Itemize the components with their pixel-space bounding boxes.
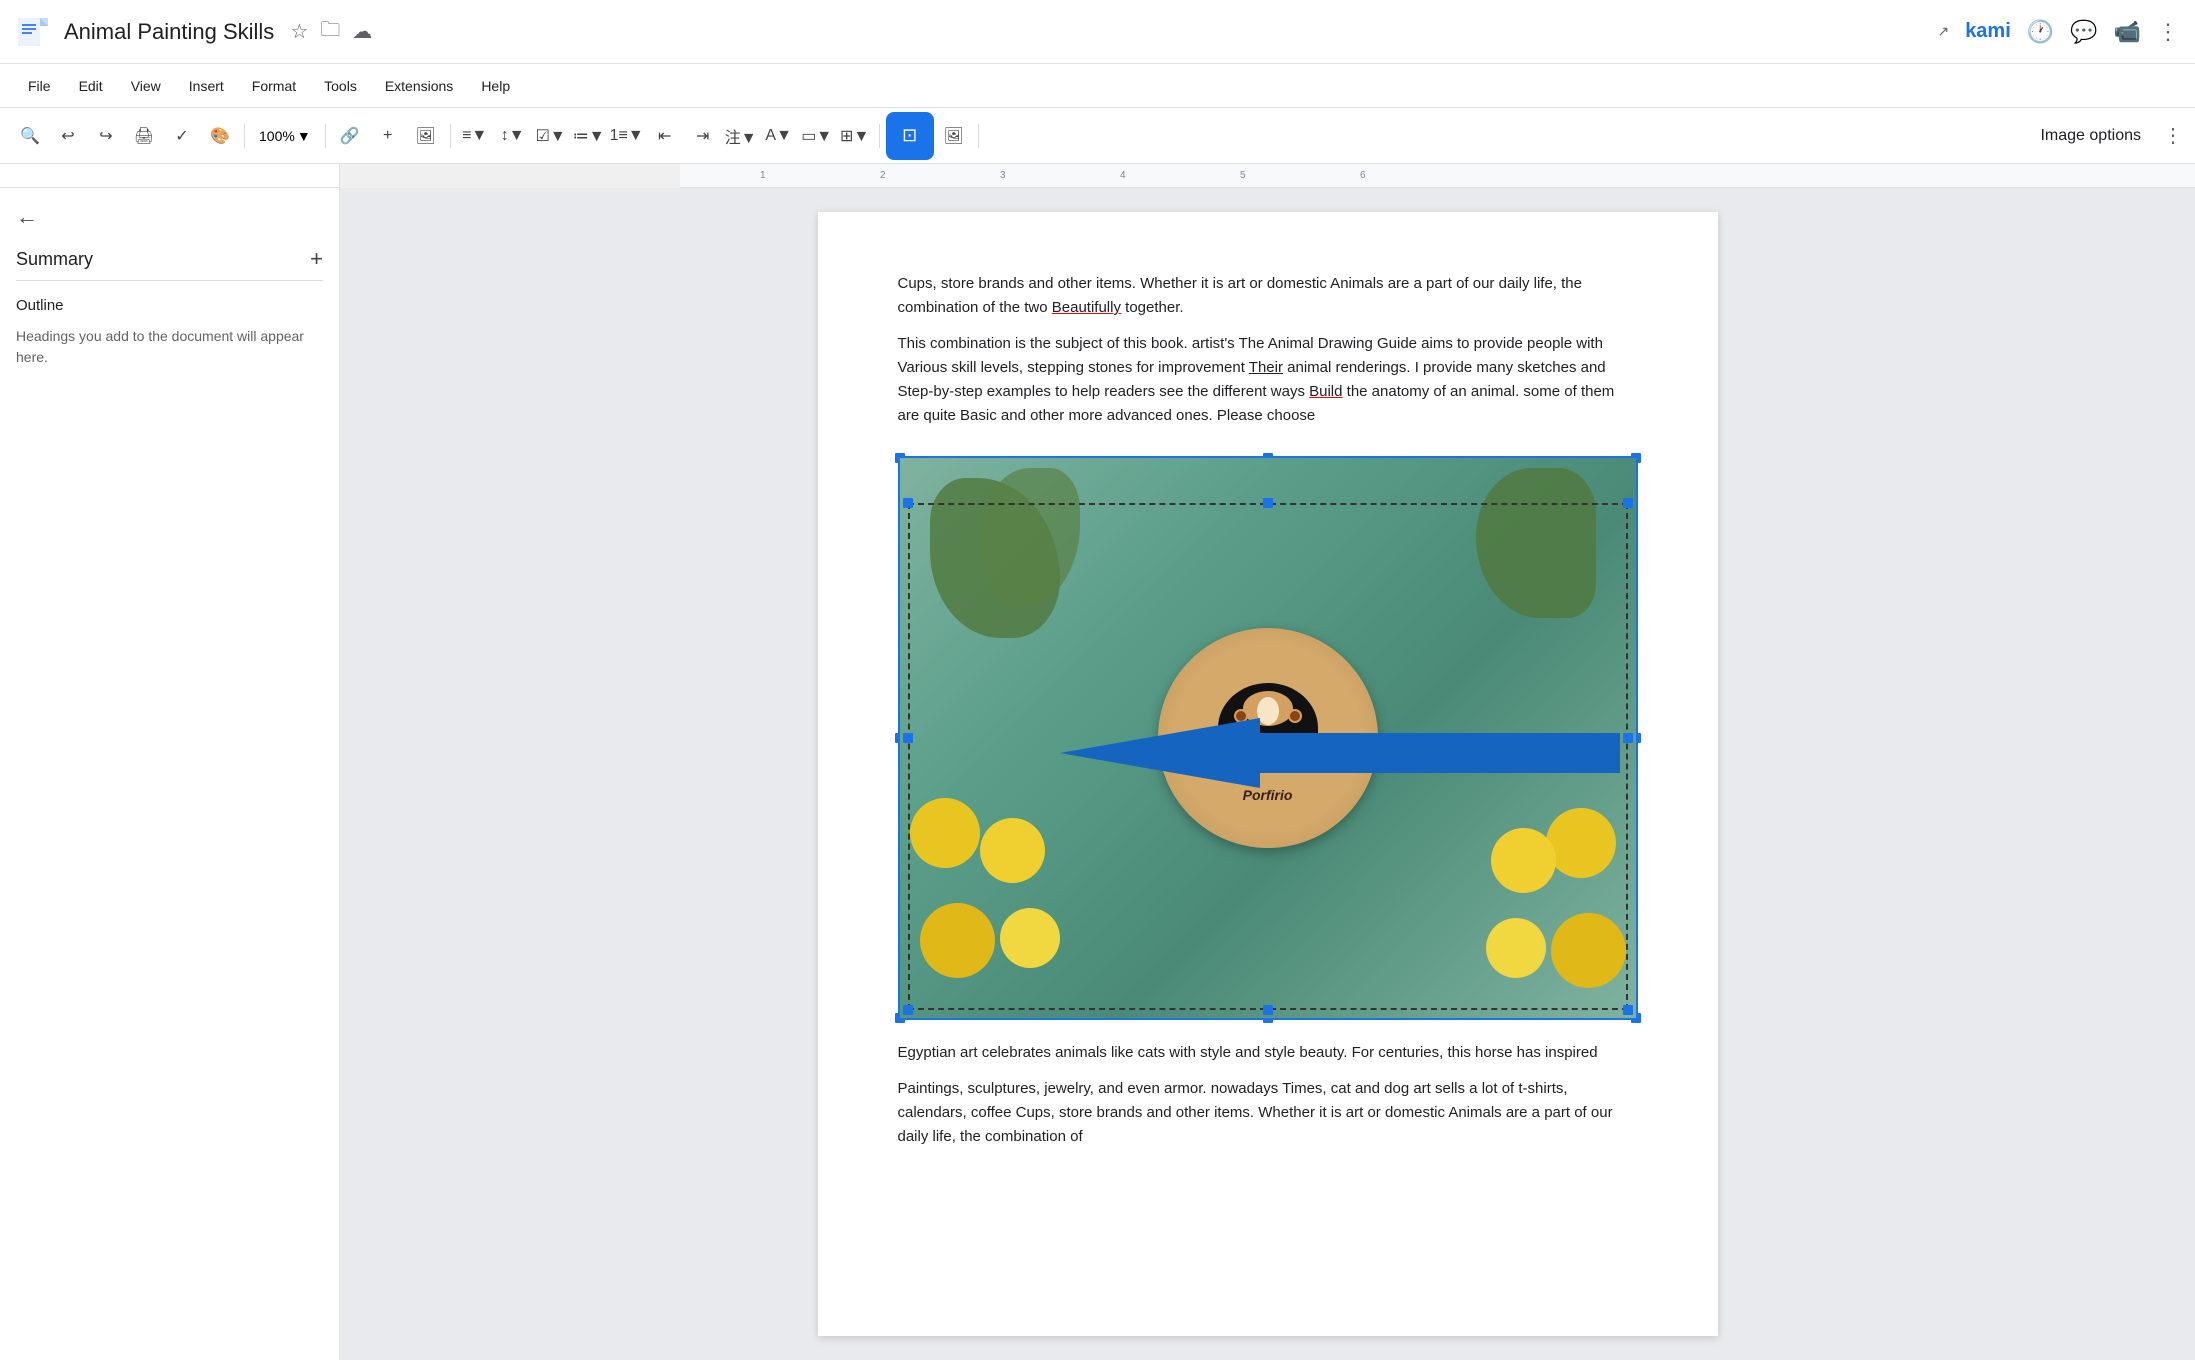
kami-area: ↗ kami 🕐 💬 📹 ⋮ bbox=[1937, 19, 2179, 45]
paint-format-btn[interactable]: 🎨 bbox=[202, 118, 238, 154]
ruler-mark-5: 5 bbox=[1240, 170, 1246, 181]
align-btn[interactable]: ≡▼ bbox=[457, 118, 493, 154]
image-toolbar-btn[interactable]: 🖼 bbox=[936, 118, 972, 154]
video-icon[interactable]: 📹 bbox=[2114, 19, 2141, 45]
crop-handle-tr[interactable] bbox=[1623, 498, 1633, 508]
star-icon[interactable]: ☆ bbox=[290, 19, 308, 44]
bullets-btn[interactable]: ≔▼ bbox=[571, 118, 607, 154]
crop-handle-br[interactable] bbox=[1623, 1005, 1633, 1015]
image-options-button[interactable]: Image options bbox=[2024, 119, 2157, 153]
ruler-mark-6: 6 bbox=[1360, 170, 1366, 181]
paragraph-1: Cups, store brands and other items. Whet… bbox=[898, 272, 1638, 320]
image-container[interactable]: Porfirio bbox=[898, 456, 1638, 1020]
title-bar: Animal Painting Skills ☆ 🗀 ☁ ↗ kami 🕐 💬 … bbox=[0, 0, 2195, 64]
grid-btn[interactable]: ⊞▼ bbox=[837, 118, 873, 154]
cloud-icon[interactable]: ☁ bbox=[352, 19, 372, 44]
search-btn[interactable]: 🔍 bbox=[12, 118, 48, 154]
sidebar-divider bbox=[16, 280, 323, 281]
divider-1 bbox=[244, 124, 245, 148]
spellcheck-btn[interactable]: ✓ bbox=[164, 118, 200, 154]
more-vert-icon[interactable]: ⋮ bbox=[2157, 19, 2179, 45]
back-button[interactable]: ← bbox=[16, 204, 323, 230]
crop-handle-tl[interactable] bbox=[903, 498, 913, 508]
indent-right-btn[interactable]: ⇥ bbox=[685, 118, 721, 154]
kami-logo[interactable]: kami bbox=[1965, 20, 2011, 43]
menu-edit[interactable]: Edit bbox=[67, 74, 115, 98]
flowers-right bbox=[1436, 808, 1636, 988]
main-layout: ← Summary + Outline Headings you add to … bbox=[0, 188, 2195, 1360]
highlight-btn[interactable]: A▼ bbox=[761, 118, 797, 154]
annotation-btn[interactable]: 注▼ bbox=[723, 118, 759, 154]
menu-extensions[interactable]: Extensions bbox=[373, 74, 465, 98]
paragraph-4: Paintings, sculptures, jewelry, and even… bbox=[898, 1077, 1638, 1149]
build-word: Build bbox=[1309, 383, 1342, 400]
ruler-mark-2: 2 bbox=[880, 170, 886, 181]
toolbar: 🔍 ↩ ↪ 🖨 ✓ 🎨 100% ▼ 🔗 + 🖼 ≡▼ ↕▼ ☑▼ ≔▼ 1≡▼… bbox=[0, 108, 2195, 164]
link-btn[interactable]: 🔗 bbox=[332, 118, 368, 154]
zoom-dropdown-icon: ▼ bbox=[297, 128, 311, 144]
redo-btn[interactable]: ↪ bbox=[88, 118, 124, 154]
crop-handle-mr[interactable] bbox=[1623, 733, 1633, 743]
embroidery-circle: Porfirio bbox=[1158, 628, 1378, 848]
insert-image-btn[interactable]: 🖼 bbox=[408, 118, 444, 154]
menu-view[interactable]: View bbox=[119, 74, 173, 98]
external-link-icon: ↗ bbox=[1937, 23, 1949, 40]
doc-image: Porfirio bbox=[900, 458, 1636, 1018]
add-summary-button[interactable]: + bbox=[310, 246, 323, 272]
menu-insert[interactable]: Insert bbox=[177, 74, 236, 98]
ruler-mark-3: 3 bbox=[1000, 170, 1006, 181]
folder-icon[interactable]: 🗀 bbox=[320, 15, 340, 49]
ruler-sidebar-spacer bbox=[0, 164, 340, 188]
line-spacing-btn[interactable]: ↕▼ bbox=[495, 118, 531, 154]
paragraph-2: This combination is the subject of this … bbox=[898, 332, 1638, 428]
crop-handle-bl[interactable] bbox=[903, 1005, 913, 1015]
history-icon[interactable]: 🕐 bbox=[2027, 19, 2054, 45]
beautifully-word: Beautifully bbox=[1052, 299, 1121, 316]
crop-handle-ml[interactable] bbox=[903, 733, 913, 743]
menu-format[interactable]: Format bbox=[240, 74, 308, 98]
ruler-mark-1: 1 bbox=[760, 170, 766, 181]
divider-3 bbox=[450, 124, 451, 148]
menu-tools[interactable]: Tools bbox=[312, 74, 369, 98]
crop-btn[interactable]: ⊡ bbox=[886, 112, 934, 160]
their-word: Their bbox=[1249, 359, 1283, 376]
crop-handle-tc[interactable] bbox=[1263, 498, 1273, 508]
comments-icon[interactable]: 💬 bbox=[2070, 19, 2097, 45]
doc-title[interactable]: Animal Painting Skills bbox=[64, 19, 274, 45]
add-comment-btn[interactable]: + bbox=[370, 118, 406, 154]
border-btn[interactable]: ▭▼ bbox=[799, 118, 835, 154]
menu-help[interactable]: Help bbox=[469, 74, 522, 98]
outline-hint: Headings you add to the document will ap… bbox=[16, 326, 323, 368]
doc-page: Cups, store brands and other items. Whet… bbox=[818, 212, 1718, 1336]
ruler-mark-4: 4 bbox=[1120, 170, 1126, 181]
sidebar: ← Summary + Outline Headings you add to … bbox=[0, 188, 340, 1360]
checklist-btn[interactable]: ☑▼ bbox=[533, 118, 569, 154]
plant-right bbox=[1476, 468, 1596, 618]
and-word: and bbox=[1355, 1080, 1380, 1097]
numbered-btn[interactable]: 1≡▼ bbox=[609, 118, 645, 154]
summary-title: Summary bbox=[16, 249, 93, 270]
undo-btn[interactable]: ↩ bbox=[50, 118, 86, 154]
outline-title: Outline bbox=[16, 297, 323, 314]
indent-left-btn[interactable]: ⇤ bbox=[647, 118, 683, 154]
zoom-control[interactable]: 100% ▼ bbox=[251, 124, 319, 148]
flowers-left bbox=[900, 798, 1100, 978]
doc-area[interactable]: Cups, store brands and other items. Whet… bbox=[340, 188, 2195, 1360]
more-options-icon[interactable]: ⋮ bbox=[2163, 123, 2183, 148]
menu-file[interactable]: File bbox=[16, 74, 63, 98]
menu-bar: File Edit View Insert Format Tools Exten… bbox=[0, 64, 2195, 108]
paragraph-3: Egyptian art celebrates animals like cat… bbox=[898, 1041, 1638, 1065]
the-text: the bbox=[1561, 275, 1582, 292]
plant-left-2 bbox=[980, 468, 1080, 608]
zoom-value: 100% bbox=[259, 128, 295, 144]
ruler: 1 2 3 4 5 6 bbox=[680, 164, 2195, 188]
summary-header: Summary + bbox=[16, 246, 323, 272]
app-icon bbox=[16, 14, 52, 50]
divider-4 bbox=[879, 124, 880, 148]
print-btn[interactable]: 🖨 bbox=[126, 118, 162, 154]
dog-name: Porfirio bbox=[1243, 787, 1293, 803]
crop-handle-bc[interactable] bbox=[1263, 1005, 1273, 1015]
divider-5 bbox=[978, 124, 979, 148]
divider-2 bbox=[325, 124, 326, 148]
